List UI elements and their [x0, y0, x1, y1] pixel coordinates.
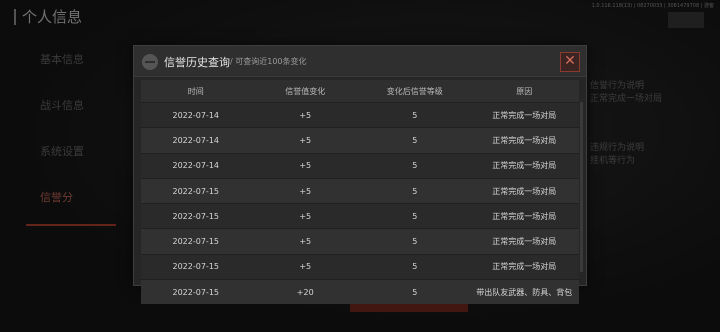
table-row: 2022-07-14 +5 5 正常完成一场对局: [141, 127, 579, 154]
cell-time: 2022-07-14: [141, 152, 251, 179]
cell-reason: 正常完成一场对局: [469, 152, 579, 179]
modal-header: 信誉历史查询 / 可查询近100条变化 ✕: [134, 46, 586, 77]
cell-reason: 带出队友武器、防具、背包: [469, 279, 579, 305]
cell-level: 5: [360, 177, 470, 204]
modal-title: 信誉历史查询: [164, 56, 230, 69]
cell-reason: 正常完成一场对局: [469, 177, 579, 204]
column-header-level: 变化后信誉等级: [360, 80, 470, 103]
cell-level: 5: [360, 253, 470, 280]
cell-reason: 正常完成一场对局: [469, 253, 579, 280]
cell-change: +5: [250, 203, 360, 229]
table-scrollbar[interactable]: [580, 102, 583, 272]
cell-time: 2022-07-14: [141, 101, 251, 128]
table-row: 2022-07-15 +5 5 正常完成一场对局: [141, 253, 579, 280]
cell-change: +5: [250, 127, 360, 154]
table-row: 2022-07-15 +5 5 正常完成一场对局: [141, 177, 579, 204]
column-header-reason: 原因: [469, 80, 579, 103]
cell-change: +5: [250, 228, 360, 255]
table-row: 2022-07-15 +5 5 正常完成一场对局: [141, 228, 579, 255]
modal-subtitle: / 可查询近100条变化: [230, 57, 307, 66]
cell-reason: 正常完成一场对局: [469, 228, 579, 255]
table-row: 2022-07-14 +5 5 正常完成一场对局: [141, 101, 579, 128]
cell-change: +5: [250, 253, 360, 280]
cell-level: 5: [360, 152, 470, 179]
cell-reason: 正常完成一场对局: [469, 203, 579, 229]
credit-history-modal: 信誉历史查询 / 可查询近100条变化 ✕ 时间 信誉值变化 变化后信誉等级 原…: [133, 45, 587, 305]
cell-time: 2022-07-15: [141, 203, 251, 229]
close-button[interactable]: ✕: [560, 52, 580, 72]
column-header-time: 时间: [141, 80, 251, 103]
table-row: 2022-07-14 +5 5 正常完成一场对局: [141, 152, 579, 179]
cell-reason: 正常完成一场对局: [469, 101, 579, 128]
cell-change: +5: [250, 177, 360, 204]
column-header-change: 信誉值变化: [250, 80, 360, 103]
cell-change: +5: [250, 152, 360, 179]
cell-change: +5: [250, 101, 360, 128]
cell-time: 2022-07-15: [141, 279, 251, 305]
table-row: 2022-07-15 +5 5 正常完成一场对局: [141, 203, 579, 229]
cell-reason: 正常完成一场对局: [469, 127, 579, 154]
cell-level: 5: [360, 279, 470, 305]
cell-level: 5: [360, 228, 470, 255]
cell-time: 2022-07-15: [141, 228, 251, 255]
cell-level: 5: [360, 203, 470, 229]
cell-time: 2022-07-15: [141, 177, 251, 204]
table-header-row: 时间 信誉值变化 变化后信誉等级 原因: [141, 80, 579, 103]
cell-change: +20: [250, 279, 360, 305]
cell-time: 2022-07-15: [141, 253, 251, 280]
table-row: 2022-07-15 +20 5 带出队友武器、防具、背包: [141, 279, 579, 305]
game-logo-icon: [142, 54, 158, 70]
cell-time: 2022-07-14: [141, 127, 251, 154]
cell-level: 5: [360, 127, 470, 154]
cell-level: 5: [360, 101, 470, 128]
history-table: 时间 信誉值变化 变化后信誉等级 原因 2022-07-14 +5 5 正常完成…: [141, 80, 579, 305]
